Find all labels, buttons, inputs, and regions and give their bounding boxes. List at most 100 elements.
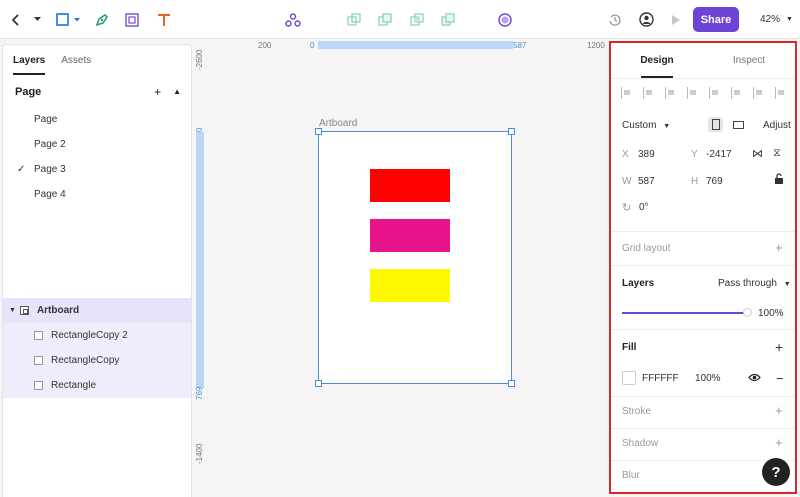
distribute-horizontal-icon[interactable] (753, 87, 763, 99)
resize-handle[interactable] (508, 380, 515, 387)
expand-caret-icon[interactable]: ▼ (9, 307, 16, 314)
rectangle-layer-icon (34, 356, 43, 365)
y-input[interactable]: -2417 (706, 149, 732, 160)
layer-label: Artboard (36, 305, 80, 316)
align-top-icon[interactable] (687, 87, 697, 99)
page-item-label: Page (34, 114, 58, 125)
text-tool-icon[interactable] (156, 0, 172, 39)
remove-fill-icon[interactable]: − (776, 371, 784, 386)
chevron-down-icon: ▼ (783, 281, 791, 288)
chevron-down-icon[interactable] (32, 0, 42, 39)
opacity-slider[interactable] (622, 312, 747, 314)
ruler-tick-label: -1400 (195, 443, 204, 464)
user-avatar-icon[interactable] (638, 0, 654, 39)
zoom-dropdown[interactable]: 42% ▼ (760, 0, 793, 39)
add-fill-icon[interactable]: + (775, 339, 783, 355)
layers-panel: Layers Assets Page + ▲ Page Page 2 ✓ Pag… (2, 44, 192, 497)
page-item-label: Page 3 (34, 164, 66, 175)
width-input[interactable]: 587 (638, 176, 655, 187)
collapse-icon[interactable]: ▲ (173, 85, 181, 99)
horizontal-ruler: 200 0 587 1200 (194, 40, 606, 54)
rectangle-magenta[interactable] (370, 219, 450, 252)
x-input[interactable]: 389 (638, 149, 655, 160)
add-stroke-icon[interactable]: + (775, 403, 783, 418)
blend-mode-value: Pass through (718, 278, 777, 289)
tab-assets[interactable]: Assets (61, 45, 91, 75)
distribute-vertical-icon[interactable] (775, 87, 785, 99)
boolean-subtract-icon[interactable] (377, 0, 393, 39)
tab-inspect[interactable]: Inspect (703, 43, 795, 78)
lock-icon[interactable] (774, 173, 784, 188)
page-item[interactable]: ✓ Page 3 (3, 157, 191, 182)
history-icon[interactable] (607, 0, 623, 39)
page-item[interactable]: Page (3, 107, 191, 132)
resize-handle[interactable] (315, 380, 322, 387)
landscape-orientation-icon[interactable] (731, 117, 746, 132)
ruler-tick-label: 0 (195, 127, 204, 132)
h-label: H (691, 176, 699, 187)
boolean-intersect-icon[interactable] (409, 0, 425, 39)
rectangle-red[interactable] (370, 169, 450, 202)
flip-horizontal-icon[interactable]: ⋈ (752, 147, 763, 160)
ruler-tick-label: 587 (513, 41, 527, 50)
opacity-value[interactable]: 100% (758, 308, 784, 319)
rectangle-yellow[interactable] (370, 269, 450, 302)
right-panel-tabs: Design Inspect (611, 43, 795, 79)
add-grid-icon[interactable]: + (775, 240, 783, 255)
boolean-exclude-icon[interactable] (440, 0, 456, 39)
checkmark-icon: ✓ (17, 164, 26, 175)
align-middle-v-icon[interactable] (709, 87, 719, 99)
layer-row-artboard[interactable]: ▼ Artboard (3, 298, 191, 323)
add-page-icon[interactable]: + (154, 85, 161, 99)
ruler-tick-label: 1200 (587, 41, 605, 50)
components-icon[interactable] (284, 0, 302, 39)
mask-icon[interactable] (497, 0, 513, 39)
shadow-section-label: Shadow (622, 438, 659, 449)
page-item[interactable]: Page 4 (3, 182, 191, 207)
rectangle-tool-icon[interactable] (54, 0, 70, 39)
resize-handle[interactable] (508, 128, 515, 135)
portrait-orientation-icon[interactable] (708, 117, 723, 132)
grid-layout-label: Grid layout (622, 243, 671, 254)
flip-vertical-icon[interactable]: ⧖ (773, 147, 781, 160)
size-preset-dropdown[interactable]: Custom ▼ (622, 120, 670, 131)
blend-mode-dropdown[interactable]: Pass through ▼ (718, 278, 791, 289)
fill-color-swatch[interactable] (622, 371, 636, 385)
share-button[interactable]: Share (693, 7, 739, 32)
chevron-down-icon[interactable] (73, 0, 81, 39)
tab-layers[interactable]: Layers (13, 45, 46, 75)
align-right-icon[interactable] (665, 87, 675, 99)
divider (611, 231, 795, 232)
layer-row[interactable]: Rectangle (3, 373, 191, 398)
layer-row[interactable]: RectangleCopy 2 (3, 323, 191, 348)
ruler-selection-highlight (318, 41, 513, 49)
pen-tool-icon[interactable] (94, 0, 110, 39)
align-center-h-icon[interactable] (643, 87, 653, 99)
resize-handle[interactable] (315, 128, 322, 135)
layer-row[interactable]: RectangleCopy (3, 348, 191, 373)
align-bottom-icon[interactable] (731, 87, 741, 99)
height-input[interactable]: 769 (706, 176, 723, 187)
y-label: Y (691, 149, 698, 160)
page-item-label: Page 4 (34, 189, 66, 200)
play-icon[interactable] (670, 0, 682, 39)
fill-opacity-input[interactable]: 100% (695, 373, 721, 384)
opacity-slider-handle[interactable] (743, 308, 752, 317)
tab-design[interactable]: Design (611, 43, 703, 78)
frame-tool-icon[interactable] (124, 0, 140, 39)
back-icon[interactable] (8, 0, 24, 39)
help-button[interactable]: ? (762, 458, 790, 486)
eye-icon[interactable] (748, 373, 761, 385)
artboard-label[interactable]: Artboard (319, 118, 357, 129)
stroke-section-label: Stroke (622, 406, 651, 417)
alignment-toolbar (611, 87, 795, 103)
fill-hex-input[interactable]: FFFFFF (642, 373, 679, 384)
page-item[interactable]: Page 2 (3, 132, 191, 157)
align-left-icon[interactable] (621, 87, 631, 99)
boolean-union-icon[interactable] (346, 0, 362, 39)
adjust-button[interactable]: Adjust (763, 120, 791, 131)
layers-section-label: Layers (622, 278, 655, 289)
rectangle-layer-icon (34, 381, 43, 390)
rotation-input[interactable]: 0° (639, 202, 649, 213)
add-shadow-icon[interactable]: + (775, 435, 783, 450)
